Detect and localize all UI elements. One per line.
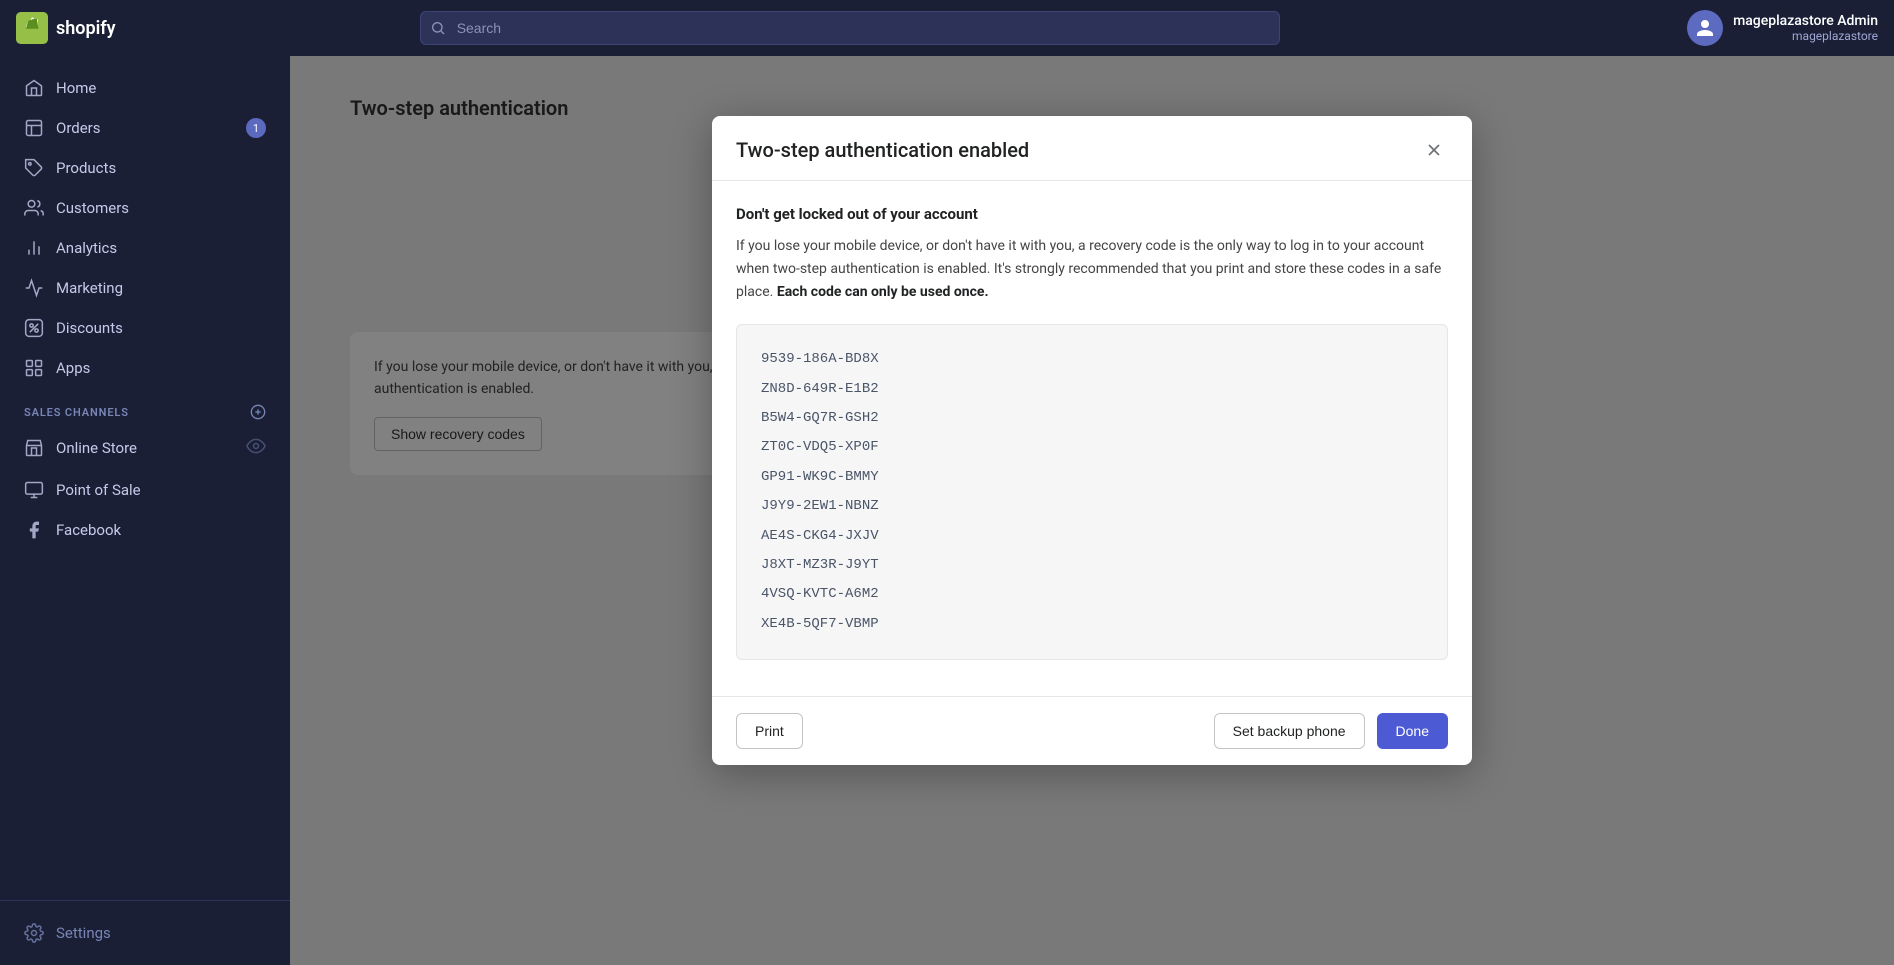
shopify-logo-icon (16, 12, 48, 44)
shopify-logo[interactable]: shopify (16, 12, 216, 44)
sidebar-label-pos: Point of Sale (56, 481, 141, 499)
modal-description: If you lose your mobile device, or don't… (736, 235, 1448, 304)
sidebar-item-home[interactable]: Home (8, 68, 282, 108)
code-6: J9Y9-2EW1-NBNZ (761, 492, 1423, 521)
products-icon (24, 158, 44, 178)
pos-icon (24, 480, 44, 500)
code-2: ZN8D-649R-E1B2 (761, 375, 1423, 404)
sidebar-item-point-of-sale[interactable]: Point of Sale (8, 470, 282, 510)
logo-text: shopify (56, 18, 116, 39)
two-step-auth-modal: Two-step authentication enabled Don't ge… (712, 116, 1472, 765)
close-icon (1424, 140, 1444, 160)
eye-icon[interactable] (246, 436, 266, 460)
customers-icon (24, 198, 44, 218)
sidebar-label-orders: Orders (56, 119, 101, 137)
sidebar-label-customers: Customers (56, 199, 129, 217)
home-icon (24, 78, 44, 98)
analytics-icon (24, 238, 44, 258)
modal-footer: Print Set backup phone Done (712, 696, 1472, 765)
sidebar-item-marketing[interactable]: Marketing (8, 268, 282, 308)
sidebar-label-home: Home (56, 79, 96, 97)
sales-channels-label: SALES CHANNELS (24, 406, 129, 419)
sidebar-item-analytics[interactable]: Analytics (8, 228, 282, 268)
facebook-icon (24, 520, 44, 540)
settings-icon (24, 923, 44, 943)
code-4: ZT0C-VDQ5-XP0F (761, 433, 1423, 462)
sidebar-label-settings: Settings (56, 924, 111, 942)
search-icon (430, 20, 446, 36)
code-9: 4VSQ-KVTC-A6M2 (761, 580, 1423, 609)
orders-icon (24, 118, 44, 138)
footer-right-buttons: Set backup phone Done (1214, 713, 1448, 749)
top-navigation: shopify mageplazastore Admin mageplazast… (0, 0, 1894, 56)
sidebar-item-products[interactable]: Products (8, 148, 282, 188)
modal-close-button[interactable] (1420, 136, 1448, 164)
sidebar-item-online-store[interactable]: Online Store (8, 426, 282, 470)
user-info: mageplazastore Admin mageplazastore (1733, 13, 1878, 43)
code-5: GP91-WK9C-BMMY (761, 463, 1423, 492)
user-store: mageplazastore (1733, 29, 1878, 43)
user-name: mageplazastore Admin (1733, 13, 1878, 29)
modal-desc-bold: Each code can only be used once. (777, 284, 989, 300)
sidebar-item-facebook[interactable]: Facebook (8, 510, 282, 550)
sales-channels-section: SALES CHANNELS (0, 388, 290, 426)
sidebar-label-facebook: Facebook (56, 521, 121, 539)
sidebar-item-settings[interactable]: Settings (8, 913, 282, 953)
add-channel-icon[interactable] (250, 404, 266, 420)
modal-header: Two-step authentication enabled (712, 116, 1472, 181)
print-button[interactable]: Print (736, 713, 803, 749)
code-10: XE4B-5QF7-VBMP (761, 610, 1423, 639)
sidebar-item-apps[interactable]: Apps (8, 348, 282, 388)
sidebar-label-marketing: Marketing (56, 279, 123, 297)
apps-icon (24, 358, 44, 378)
sidebar-label-discounts: Discounts (56, 319, 123, 337)
sidebar-label-apps: Apps (56, 359, 90, 377)
discounts-icon (24, 318, 44, 338)
recovery-codes-box: 9539-186A-BD8X ZN8D-649R-E1B2 B5W4-GQ7R-… (736, 324, 1448, 660)
sidebar-item-customers[interactable]: Customers (8, 188, 282, 228)
sidebar-label-products: Products (56, 159, 116, 177)
modal-title: Two-step authentication enabled (736, 138, 1029, 162)
search-bar[interactable] (420, 11, 1280, 45)
store-icon (24, 438, 44, 458)
modal-overlay: Two-step authentication enabled Don't ge… (290, 56, 1894, 965)
code-8: J8XT-MZ3R-J9YT (761, 551, 1423, 580)
modal-section-title: Don't get locked out of your account (736, 205, 1448, 223)
main-content: Two-step authentication If you lose your… (290, 56, 1894, 965)
marketing-icon (24, 278, 44, 298)
set-backup-phone-button[interactable]: Set backup phone (1214, 713, 1365, 749)
avatar (1687, 10, 1723, 46)
sidebar: Home Orders 1 Products Customers Analyti… (0, 56, 290, 965)
sidebar-label-online-store: Online Store (56, 439, 137, 457)
code-1: 9539-186A-BD8X (761, 345, 1423, 374)
user-menu[interactable]: mageplazastore Admin mageplazastore (1687, 10, 1878, 46)
sidebar-item-discounts[interactable]: Discounts (8, 308, 282, 348)
done-button[interactable]: Done (1377, 713, 1448, 749)
code-3: B5W4-GQ7R-GSH2 (761, 404, 1423, 433)
orders-badge: 1 (246, 118, 266, 138)
search-input[interactable] (420, 11, 1280, 45)
code-7: AE4S-CKG4-JXJV (761, 522, 1423, 551)
modal-body: Don't get locked out of your account If … (712, 181, 1472, 696)
sidebar-item-orders[interactable]: Orders 1 (8, 108, 282, 148)
sidebar-label-analytics: Analytics (56, 239, 117, 257)
